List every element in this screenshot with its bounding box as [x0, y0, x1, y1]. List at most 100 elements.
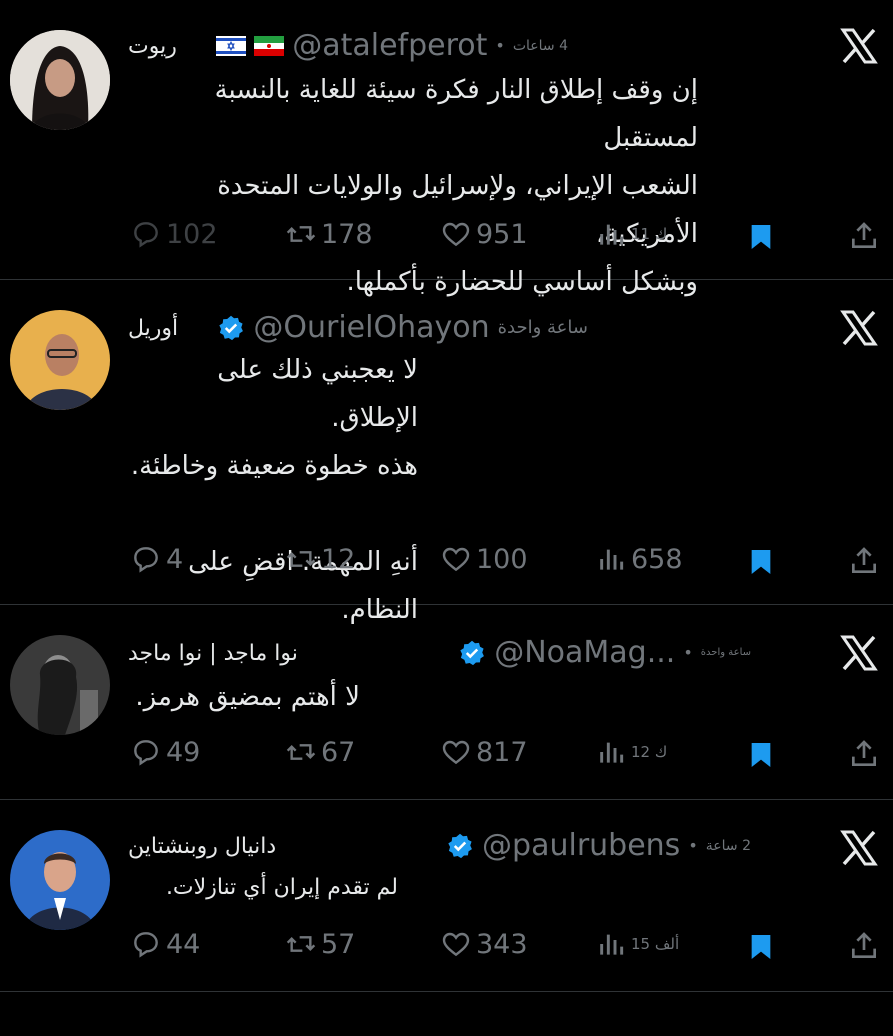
handle[interactable]: @NoaMag...	[494, 635, 675, 670]
x-logo-icon	[839, 633, 879, 673]
heart-icon	[442, 932, 470, 957]
retweet-icon	[286, 226, 316, 242]
retweet-count: 12	[321, 543, 356, 575]
display-name[interactable]: نوا ماجد | نوا ماجد	[128, 641, 298, 666]
like-button[interactable]: 100	[440, 543, 528, 575]
share-icon	[852, 547, 876, 573]
timestamp[interactable]: 4 ساعات	[513, 38, 568, 54]
views-count: 15 ألف	[631, 935, 680, 953]
reply-count: 44	[166, 928, 201, 960]
avatar[interactable]	[10, 830, 110, 930]
like-count: 343	[476, 928, 528, 960]
display-name[interactable]: أوريل	[128, 316, 178, 341]
israel-flag-icon	[216, 35, 247, 56]
tweet-text: لم تقدم إيران أي تنازلات.	[165, 875, 398, 900]
avatar[interactable]	[10, 635, 110, 735]
bookmark-button[interactable]	[745, 930, 777, 968]
share-icon	[852, 932, 876, 958]
bookmark-button[interactable]	[745, 738, 777, 776]
x-logo-icon	[839, 26, 879, 66]
tweet-3[interactable]: نوا ماجد | نوا ماجد @NoaMag... • ساعة وا…	[0, 605, 893, 800]
verified-badge-icon	[446, 832, 474, 860]
avatar[interactable]	[10, 30, 110, 130]
iran-flag-icon	[254, 35, 285, 56]
retweet-button[interactable]: 57	[285, 928, 355, 960]
action-bar: 49 67 817 12 ك	[0, 736, 893, 776]
verified-badge-icon	[217, 314, 245, 342]
tweet-1[interactable]: ريوت @atalefperot • 4 ساعات إن وقف إطلاق…	[0, 0, 893, 297]
views-icon	[600, 224, 624, 245]
tweet-text: لا أهتم بمضيق هرمز.	[135, 682, 360, 712]
display-name[interactable]: دانيال روبنشتاين	[128, 834, 276, 859]
verified-badge-icon	[458, 639, 486, 667]
separator-dot: •	[688, 836, 698, 855]
handle[interactable]: @paulrubens	[482, 828, 680, 863]
views-button[interactable]: 11 ك	[595, 218, 667, 250]
timestamp[interactable]: 2 ساعة	[706, 838, 751, 854]
views-count: 12 ك	[631, 743, 668, 761]
retweet-icon	[286, 551, 316, 567]
bookmark-icon	[751, 935, 771, 959]
retweet-button[interactable]: 67	[285, 736, 355, 768]
like-button[interactable]: 343	[440, 928, 528, 960]
timestamp[interactable]: ساعة واحدة	[498, 317, 588, 338]
views-icon	[600, 549, 624, 570]
reply-button[interactable]: 44	[130, 928, 200, 960]
views-button[interactable]: 12 ك	[595, 736, 667, 768]
like-count: 817	[476, 736, 528, 768]
retweet-button[interactable]: 178	[285, 218, 373, 250]
retweet-count: 178	[321, 218, 373, 250]
retweet-icon	[286, 744, 316, 760]
share-icon	[852, 222, 876, 248]
reply-icon	[134, 222, 158, 248]
views-button[interactable]: 658	[595, 543, 683, 575]
reply-icon	[134, 547, 158, 573]
reply-count: 102	[166, 218, 218, 250]
reply-count: 49	[166, 736, 201, 768]
tweet-2[interactable]: أوريل @OurielOhayon ساعة واحدة لا يعجبني…	[0, 280, 893, 625]
views-icon	[600, 742, 624, 763]
reply-icon	[134, 932, 158, 958]
bookmark-icon	[751, 225, 771, 249]
retweet-icon	[286, 936, 316, 952]
reply-button[interactable]: 4	[130, 543, 183, 575]
views-button[interactable]: 15 ألف	[595, 928, 679, 960]
share-button[interactable]	[848, 220, 880, 256]
handle[interactable]: @OurielOhayon	[253, 310, 489, 345]
action-bar: 44 57 343 15 ألف	[0, 928, 893, 968]
x-logo-icon	[839, 308, 879, 348]
views-count: 11 ك	[631, 225, 668, 243]
tweet-text: لا يعجبني ذلك على الإطلاق. هذه خطوة ضعيف…	[130, 355, 418, 625]
like-button[interactable]: 951	[440, 218, 528, 250]
views-count: 658	[631, 543, 683, 575]
share-button[interactable]	[848, 738, 880, 774]
reply-button[interactable]: 49	[130, 736, 200, 768]
reply-count: 4	[166, 543, 184, 575]
bookmark-icon	[751, 550, 771, 574]
share-button[interactable]	[848, 545, 880, 581]
x-logo-icon	[839, 828, 879, 868]
like-count: 951	[476, 218, 528, 250]
heart-icon	[442, 547, 470, 572]
bookmark-icon	[751, 743, 771, 767]
display-name[interactable]: ريوت	[128, 34, 177, 59]
like-count: 100	[476, 543, 528, 575]
heart-icon	[442, 740, 470, 765]
reply-icon	[134, 740, 158, 766]
retweet-button[interactable]: 12	[285, 543, 355, 575]
retweet-count: 67	[321, 736, 356, 768]
bookmark-button[interactable]	[745, 545, 777, 583]
timestamp[interactable]: ساعة واحدة	[701, 647, 751, 658]
bookmark-button[interactable]	[745, 220, 777, 258]
heart-icon	[442, 222, 470, 247]
share-button[interactable]	[848, 930, 880, 966]
retweet-count: 57	[321, 928, 356, 960]
views-icon	[600, 934, 624, 955]
separator-dot: •	[495, 36, 505, 55]
avatar[interactable]	[10, 310, 110, 410]
separator-dot: •	[683, 643, 693, 662]
reply-button[interactable]: 102	[130, 218, 218, 250]
like-button[interactable]: 817	[440, 736, 528, 768]
handle[interactable]: @atalefperot	[292, 28, 487, 63]
tweet-4[interactable]: دانيال روبنشتاين @paulrubens • 2 ساعة لم…	[0, 800, 893, 992]
